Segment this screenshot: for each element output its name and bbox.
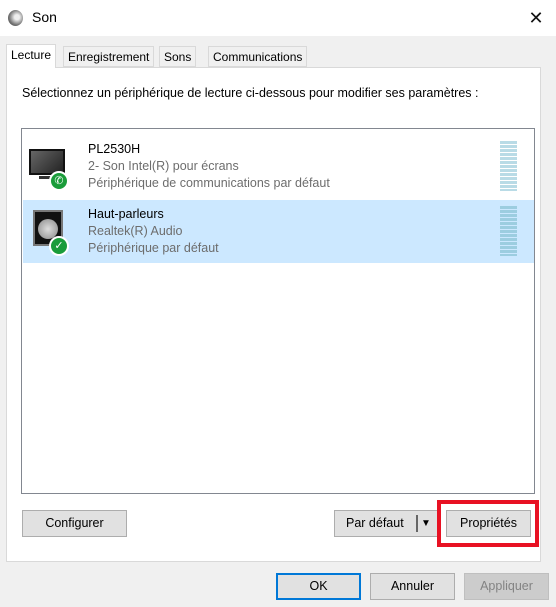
speaker-app-icon bbox=[8, 10, 23, 26]
tab-sons[interactable]: Sons bbox=[159, 46, 197, 67]
device-name: PL2530H bbox=[88, 142, 141, 156]
window-title: Son bbox=[32, 9, 57, 25]
properties-button[interactable]: Propriétés bbox=[446, 510, 531, 537]
tab-enregistrement[interactable]: Enregistrement bbox=[63, 46, 155, 67]
checkmark-icon: ✓ bbox=[49, 236, 69, 256]
device-driver: 2- Son Intel(R) pour écrans bbox=[88, 159, 239, 173]
split-divider bbox=[416, 515, 418, 532]
set-default-button[interactable]: Par défaut ▼ bbox=[334, 510, 438, 537]
volume-meter bbox=[500, 206, 517, 256]
cancel-button[interactable]: Annuler bbox=[370, 573, 455, 600]
instruction-text: Sélectionnez un périphérique de lecture … bbox=[22, 86, 479, 100]
device-status: Périphérique de communications par défau… bbox=[88, 176, 330, 190]
chevron-down-icon[interactable]: ▼ bbox=[421, 511, 431, 536]
title-bar: Son ✕ bbox=[0, 0, 556, 36]
device-row-haut-parleurs[interactable]: ✓ Haut-parleurs Realtek(R) Audio Périphé… bbox=[23, 200, 534, 263]
ok-button[interactable]: OK bbox=[276, 573, 361, 600]
device-driver: Realtek(R) Audio bbox=[88, 224, 183, 238]
tab-lecture[interactable]: Lecture bbox=[6, 44, 57, 68]
close-icon[interactable]: ✕ bbox=[522, 6, 550, 30]
volume-meter bbox=[500, 141, 517, 191]
device-status: Périphérique par défaut bbox=[88, 241, 219, 255]
device-list: ✆ PL2530H 2- Son Intel(R) pour écrans Pé… bbox=[21, 128, 535, 494]
device-name: Haut-parleurs bbox=[88, 207, 164, 221]
apply-button[interactable]: Appliquer bbox=[464, 573, 549, 600]
device-row-pl2530h[interactable]: ✆ PL2530H 2- Son Intel(R) pour écrans Pé… bbox=[23, 135, 534, 198]
tab-communications[interactable]: Communications bbox=[208, 46, 308, 67]
set-default-label: Par défaut bbox=[346, 516, 404, 530]
configure-button[interactable]: Configurer bbox=[22, 510, 127, 537]
phone-icon: ✆ bbox=[49, 171, 69, 191]
